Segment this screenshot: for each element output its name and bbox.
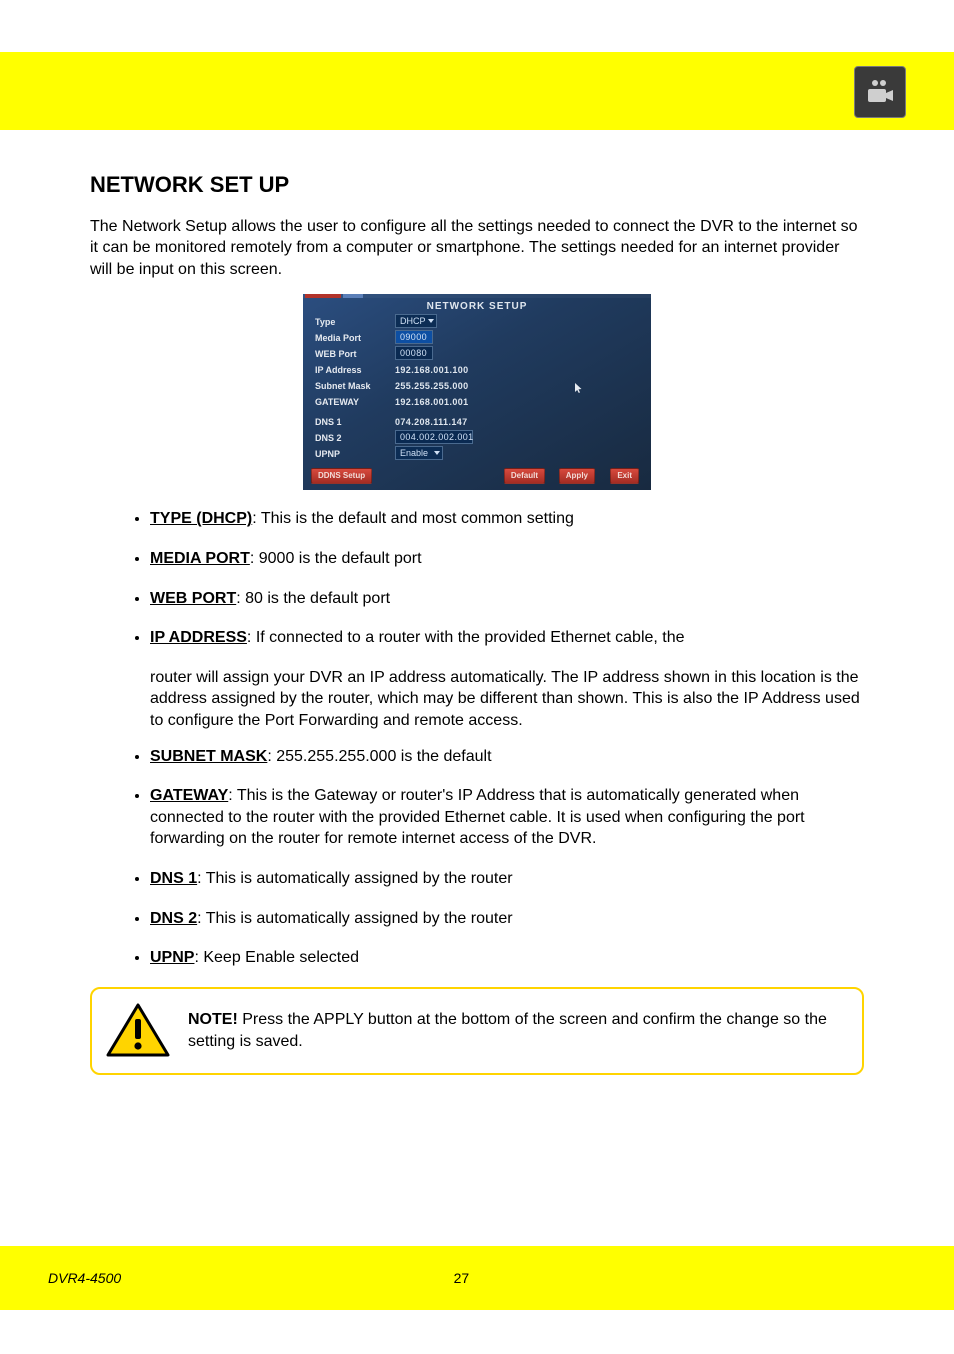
input-web-port[interactable]: 00080 [395,346,433,360]
header-yellow-band [0,52,954,130]
note-body: Press the APPLY button at the bottom of … [188,1011,827,1050]
value-subnet-mask: 255.255.255.000 [395,380,469,392]
term-subnet: SUBNET MASK [150,748,267,765]
inactive-tab-indicator [343,294,363,298]
label-dns2: DNS 2 [315,432,342,444]
section-heading: NETWORK SET UP [90,170,864,200]
camera-icon [854,66,906,118]
cursor-icon [575,378,583,388]
term-web-port: WEB PORT [150,590,236,607]
label-media-port: Media Port [315,332,361,344]
bullet-ip-address: IP ADDRESS: If connected to a router wit… [150,627,864,649]
label-dns1: DNS 1 [315,416,342,428]
value-ip-address: 192.168.001.100 [395,364,469,376]
footer-band: DVR4-4500 27 [0,1246,954,1310]
bullet-gateway: GATEWAY: This is the Gateway or router's… [150,785,864,850]
note-label: NOTE! [188,1011,238,1028]
bullet-type: TYPE (DHCP): This is the default and mos… [150,508,864,530]
panel-tabs [303,294,651,298]
exit-button[interactable]: Exit [610,468,639,485]
input-media-port[interactable]: 09000 [395,330,433,344]
network-setup-panel: NETWORK SETUP Type DHCP Media Port 09000… [303,294,651,490]
default-button[interactable]: Default [504,468,545,485]
warning-icon [106,1003,170,1059]
intro-paragraph: The Network Setup allows the user to con… [90,216,864,281]
desc-ip-address-lead: : If connected to a router with the prov… [247,629,685,646]
desc-gateway: : This is the Gateway or router's IP Add… [150,787,805,847]
note-text: NOTE! Press the APPLY button at the bott… [188,1009,846,1052]
ip-address-continuation: router will assign your DVR an IP addres… [150,667,864,732]
term-upnp: UPNP [150,949,194,966]
desc-upnp: : Keep Enable selected [194,949,359,966]
term-ip-address: IP ADDRESS [150,629,247,646]
embedded-screenshot: NETWORK SETUP Type DHCP Media Port 09000… [90,294,864,490]
active-tab-indicator [305,294,341,298]
bullet-dns1: DNS 1: This is automatically assigned by… [150,868,864,890]
desc-subnet: : 255.255.255.000 is the default [267,748,491,765]
ddns-setup-button[interactable]: DDNS Setup [311,468,372,485]
term-media-port: MEDIA PORT [150,550,250,567]
desc-web-port: : 80 is the default port [236,590,390,607]
note-box: NOTE! Press the APPLY button at the bott… [90,987,864,1075]
label-gateway: GATEWAY [315,396,359,408]
value-dns1: 074.208.111.147 [395,416,468,428]
term-dns1: DNS 1 [150,870,197,887]
input-dns2[interactable]: 004.002.002.001 [395,430,473,444]
bullet-list-2: SUBNET MASK: 255.255.255.000 is the defa… [150,746,864,969]
bullet-dns2: DNS 2: This is automatically assigned by… [150,908,864,930]
desc-media-port: : 9000 is the default port [250,550,422,567]
dropdown-type[interactable]: DHCP [395,314,437,328]
bullet-web-port: WEB PORT: 80 is the default port [150,588,864,610]
bullet-subnet: SUBNET MASK: 255.255.255.000 is the defa… [150,746,864,768]
bullet-upnp: UPNP: Keep Enable selected [150,947,864,969]
bullet-media-port: MEDIA PORT: 9000 is the default port [150,548,864,570]
panel-title: NETWORK SETUP [303,300,651,314]
label-ip-address: IP Address [315,364,362,376]
desc-dns2: : This is automatically assigned by the … [197,910,512,927]
term-gateway: GATEWAY [150,787,228,804]
label-type: Type [315,316,335,328]
label-web-port: WEB Port [315,348,357,360]
desc-type: : This is the default and most common se… [252,510,574,527]
footer-brand: DVR4-4500 [48,1270,137,1286]
bullet-list-1: TYPE (DHCP): This is the default and mos… [150,508,864,648]
content-area: NETWORK SET UP The Network Setup allows … [90,170,864,1075]
label-upnp: UPNP [315,448,340,460]
term-type: TYPE (DHCP) [150,510,252,527]
footer-page-number: 27 [137,1270,786,1286]
apply-button[interactable]: Apply [559,468,595,485]
desc-dns1: : This is automatically assigned by the … [197,870,512,887]
term-dns2: DNS 2 [150,910,197,927]
value-gateway: 192.168.001.001 [395,396,469,408]
dropdown-upnp[interactable]: Enable [395,446,443,460]
label-subnet-mask: Subnet Mask [315,380,371,392]
